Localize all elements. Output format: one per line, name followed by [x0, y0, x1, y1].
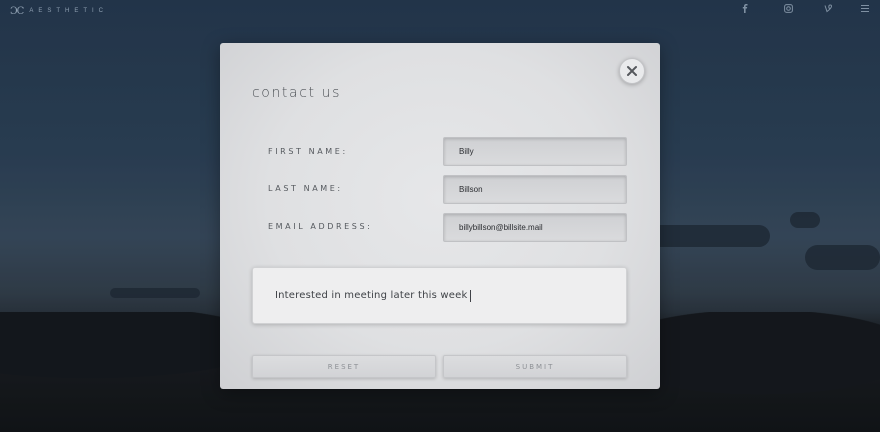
last-name-field[interactable]: Billson [443, 175, 627, 204]
reset-button[interactable]: RESET [252, 355, 436, 378]
text-cursor [469, 289, 471, 302]
brand-logo[interactable]: ƆC AESTHETIC [10, 6, 108, 17]
message-textarea[interactable]: Interested in meeting later this week [252, 267, 627, 324]
contact-modal: contact us FIRST NAME: Billy LAST NAME: … [220, 43, 660, 389]
instagram-icon[interactable] [783, 4, 793, 14]
menu-icon[interactable] [860, 4, 870, 14]
submit-button[interactable]: SUBMIT [443, 355, 627, 378]
facebook-icon[interactable] [740, 4, 750, 14]
message-text: Interested in meeting later this week [275, 290, 468, 301]
vine-icon[interactable] [823, 4, 833, 14]
first-name-field[interactable]: Billy [443, 137, 627, 166]
first-name-label: FIRST NAME: [268, 147, 348, 156]
close-button[interactable] [619, 58, 645, 84]
email-address-field[interactable]: billybillson@billsite.mail [443, 213, 627, 242]
email-address-label: EMAIL ADDRESS: [268, 222, 373, 231]
brand-name: AESTHETIC [29, 8, 108, 14]
last-name-label: LAST NAME: [268, 184, 343, 193]
close-icon [627, 66, 637, 76]
modal-title: contact us [252, 85, 342, 101]
brand-mark: ƆC [10, 5, 24, 17]
